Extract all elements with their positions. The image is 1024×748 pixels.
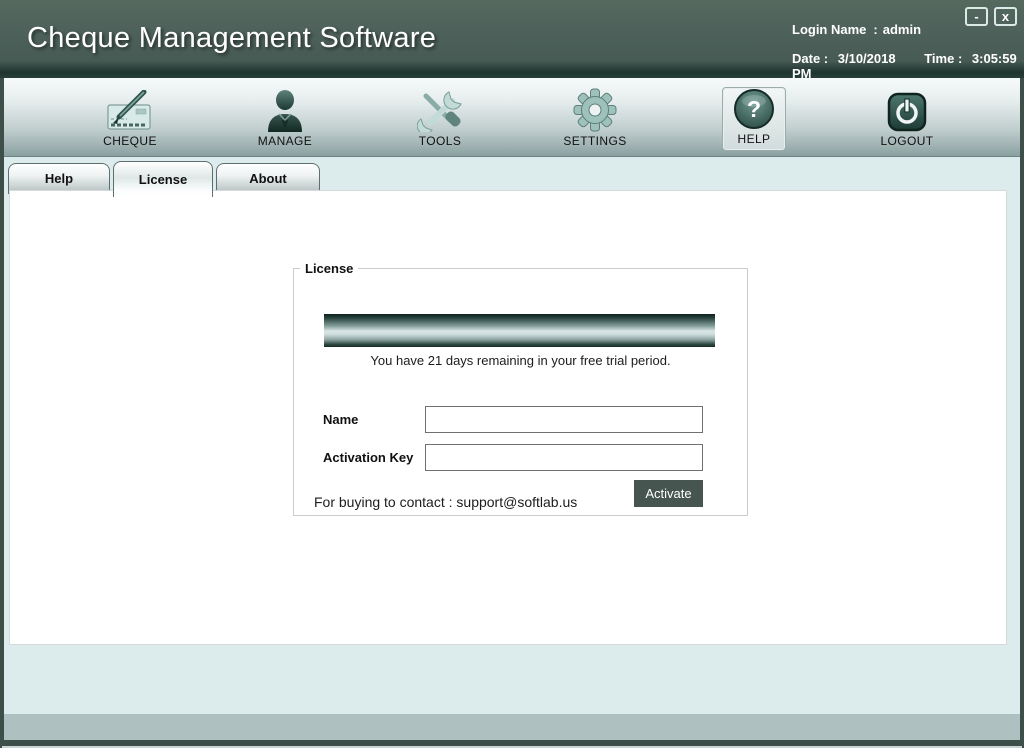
trial-message: You have 21 days remaining in your free …	[294, 353, 747, 368]
toolbar-label-help: HELP	[738, 132, 771, 146]
window-controls: - x	[965, 7, 1017, 26]
minimize-button[interactable]: -	[965, 7, 988, 26]
tools-icon	[417, 90, 463, 132]
toolbar-label-cheque: CHEQUE	[103, 134, 157, 148]
activate-button[interactable]: Activate	[634, 480, 703, 507]
toolbar-button-logout[interactable]: LOGOUT	[857, 90, 957, 150]
license-groupbox: License You have 21 days remaining in yo…	[293, 261, 748, 516]
toolbar-label-manage: MANAGE	[258, 134, 312, 148]
manage-icon	[265, 90, 305, 132]
license-legend: License	[300, 261, 358, 276]
footer-band	[4, 714, 1020, 740]
toolbar-label-logout: LOGOUT	[880, 134, 933, 148]
settings-icon	[573, 90, 617, 132]
date-value: 3/10/2018	[838, 51, 896, 66]
activation-key-label: Activation Key	[323, 444, 413, 471]
trial-progress-bar	[324, 314, 715, 347]
body-area: Help License About License You have 21 d…	[4, 157, 1020, 714]
app-title: Cheque Management Software	[27, 22, 436, 55]
app-window: Cheque Management Software - x Login Nam…	[0, 0, 1024, 748]
toolbar-label-settings: SETTINGS	[563, 134, 626, 148]
toolbar-button-tools[interactable]: TOOLS	[390, 90, 490, 150]
time-label: Time :	[924, 51, 962, 66]
toolbar: CHEQUE	[4, 78, 1020, 157]
tab-license[interactable]: License	[113, 161, 213, 197]
toolbar-button-cheque[interactable]: CHEQUE	[80, 90, 180, 150]
name-label: Name	[323, 406, 358, 433]
license-tab-content: License You have 21 days remaining in yo…	[9, 190, 1007, 645]
toolbar-button-help[interactable]: ? HELP	[722, 87, 786, 151]
titlebar: Cheque Management Software - x Login Nam…	[0, 0, 1024, 78]
contact-text: For buying to contact : support@softlab.…	[314, 494, 577, 510]
toolbar-button-settings[interactable]: SETTINGS	[545, 90, 645, 150]
toolbar-button-manage[interactable]: MANAGE	[235, 90, 335, 150]
svg-text:?: ?	[747, 96, 761, 122]
cheque-icon	[107, 90, 153, 132]
toolbar-label-tools: TOOLS	[419, 134, 461, 148]
activation-key-input[interactable]	[425, 444, 703, 471]
date-time-line: Date : 3/10/2018 Time : 3:05:59 PM	[792, 51, 1024, 81]
help-icon: ?	[733, 88, 775, 130]
logout-icon	[887, 90, 927, 132]
close-button[interactable]: x	[994, 7, 1017, 26]
name-input[interactable]	[425, 406, 703, 433]
login-name-value: admin	[883, 22, 921, 37]
login-name-line: Login Name:admin	[792, 22, 921, 37]
date-label: Date :	[792, 51, 828, 66]
login-name-label: Login Name	[792, 22, 866, 37]
